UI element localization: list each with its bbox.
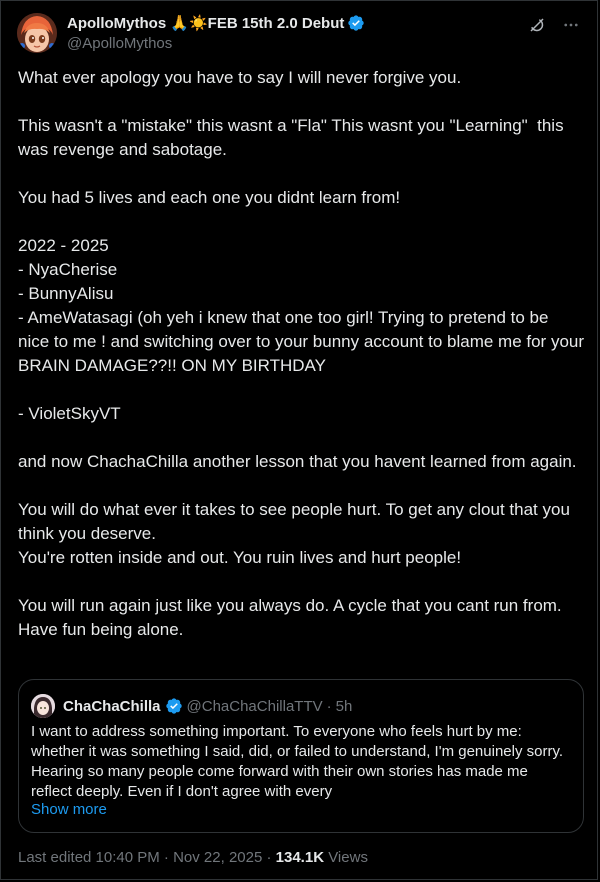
more-icon-glyph [564, 23, 578, 27]
views-label: Views [324, 849, 368, 866]
views-count: 134.1K [275, 849, 325, 866]
verified-badge-icon[interactable] [347, 14, 365, 32]
show-more-link[interactable]: Show more [31, 801, 107, 818]
tweet-paragraph: What ever apology you have to say I will… [18, 68, 462, 87]
tweet-footer: Last edited 10:40 PM · Nov 22, 2025 · 13… [18, 849, 368, 866]
author-display-name[interactable]: ApolloMythos 🙏☀️FEB 15th 2.0 Debut [67, 14, 344, 32]
grok-icon-glyph [530, 18, 544, 32]
header-actions [527, 15, 581, 35]
edited-timestamp[interactable]: Last edited 10:40 PM · Nov 22, 2025 · [18, 849, 276, 866]
quoted-verified-badge-icon [165, 698, 182, 714]
author-avatar-image [17, 13, 57, 53]
quoted-handle[interactable]: @ChaChaChillaTTV [187, 698, 323, 715]
tweet-paragraph: and now ChachaChilla another lesson that… [18, 452, 577, 471]
grok-icon[interactable] [527, 15, 547, 35]
quoted-tweet-text: I want to address something important. T… [31, 723, 564, 800]
author-handle[interactable]: @ApolloMythos [67, 35, 365, 52]
tweet-text: What ever apology you have to say I will… [18, 66, 584, 642]
quoted-separator: · [326, 697, 332, 715]
tweet-paragraph: 2022 - 2025 - NyaCherise - BunnyAlisu - … [18, 236, 585, 375]
display-name-row: ApolloMythos 🙏☀️FEB 15th 2.0 Debut [67, 13, 365, 33]
tweet-paragraph: You will run again just like you always … [18, 596, 567, 639]
quoted-author-avatar[interactable] [31, 694, 55, 718]
tweet-paragraph: You will do what ever it takes to see pe… [18, 500, 570, 567]
tweet-card: ApolloMythos 🙏☀️FEB 15th 2.0 Debut @Apol… [0, 0, 598, 880]
tweet-paragraph: - VioletSkyVT [18, 404, 121, 423]
tweet-paragraph: You had 5 lives and each one you didnt l… [18, 188, 401, 207]
quoted-display-name[interactable]: ChaChaChilla [63, 698, 161, 715]
quoted-tweet[interactable]: ChaChaChilla @ChaChaChillaTTV · 5h I wan… [18, 679, 584, 833]
quoted-tweet-header: ChaChaChilla @ChaChaChillaTTV · 5h [31, 694, 352, 718]
author-avatar[interactable] [17, 13, 57, 53]
more-icon[interactable] [561, 15, 581, 35]
tweet-paragraph: This wasn't a "mistake" this wasnt a "Fl… [18, 116, 569, 159]
quoted-avatar-image [31, 694, 55, 718]
tweet-header: ApolloMythos 🙏☀️FEB 15th 2.0 Debut @Apol… [17, 13, 581, 57]
author-names: ApolloMythos 🙏☀️FEB 15th 2.0 Debut @Apol… [67, 13, 365, 52]
quoted-timestamp[interactable]: 5h [336, 698, 353, 715]
